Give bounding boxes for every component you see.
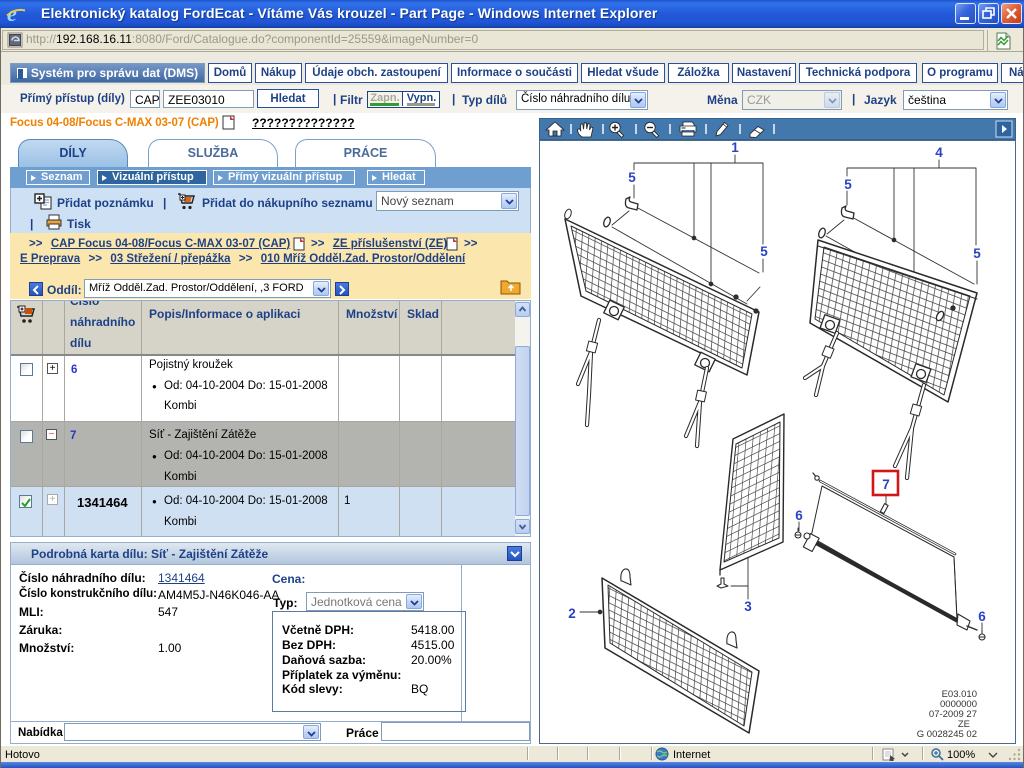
svg-text:4: 4	[935, 145, 943, 160]
svg-text:1: 1	[731, 141, 739, 155]
svg-text:5: 5	[973, 246, 981, 261]
svg-text:2: 2	[568, 606, 576, 621]
svg-text:G 0028245 02: G 0028245 02	[917, 729, 977, 740]
svg-text:7: 7	[882, 477, 890, 492]
svg-text:3: 3	[744, 599, 752, 614]
svg-text:5: 5	[844, 177, 852, 192]
svg-text:5: 5	[628, 170, 636, 185]
svg-text:6: 6	[795, 508, 803, 523]
svg-text:6: 6	[978, 609, 986, 624]
svg-text:5: 5	[760, 244, 768, 259]
